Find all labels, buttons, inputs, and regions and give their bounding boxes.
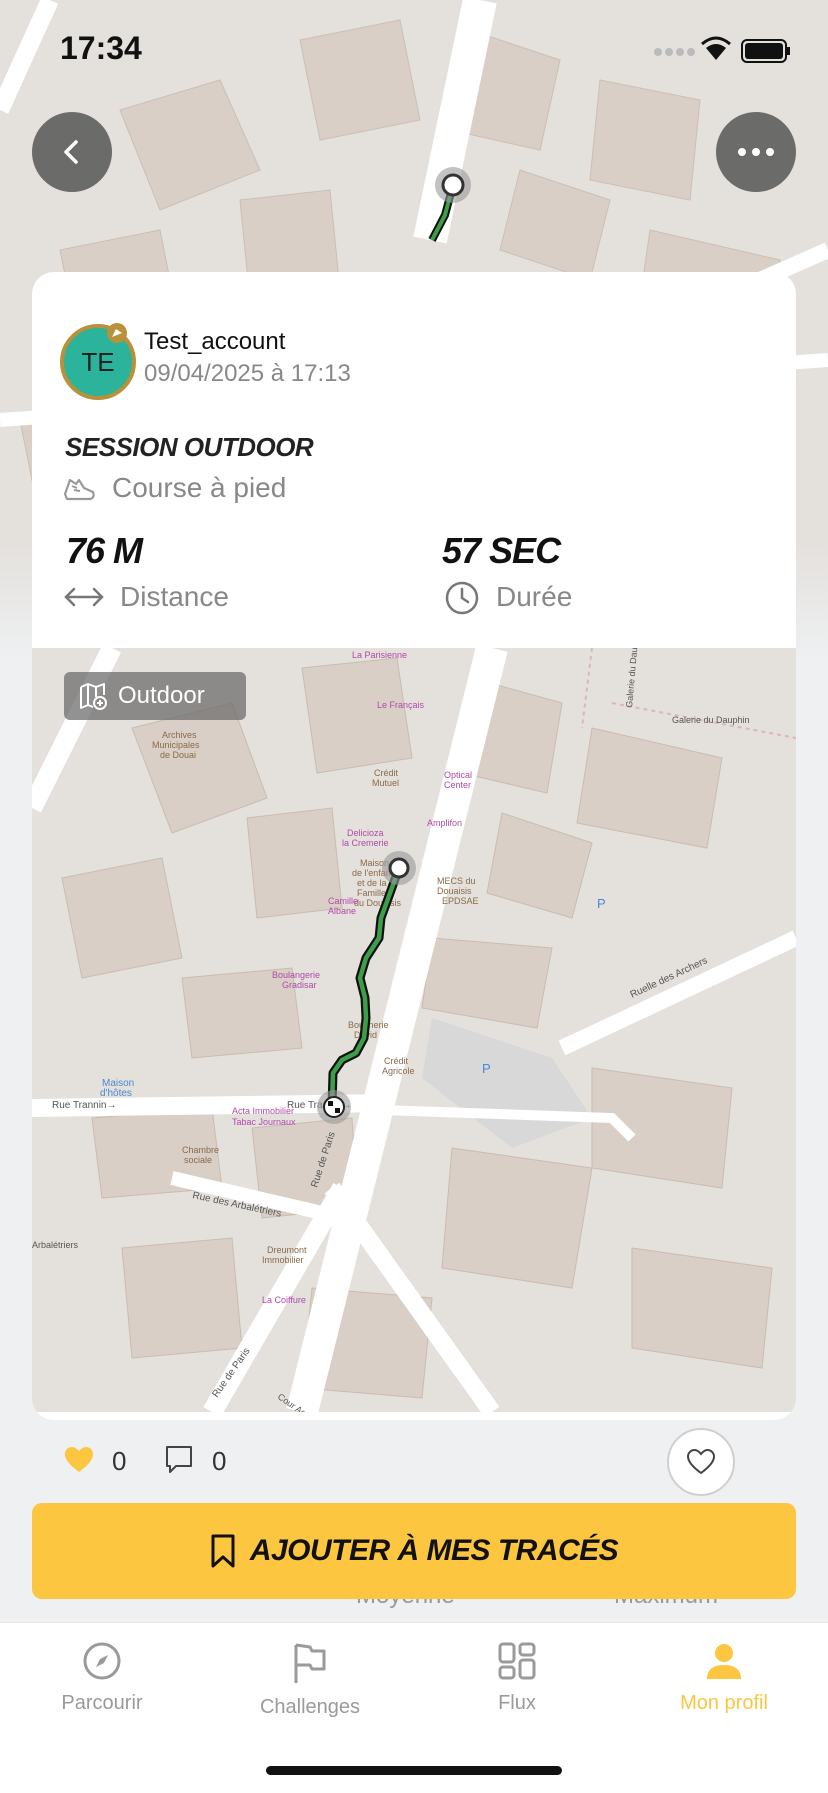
tab-flux[interactable]: Flux (437, 1641, 597, 1715)
svg-text:La Coiffure: La Coiffure (262, 1295, 306, 1305)
tab-flux-label: Flux (498, 1692, 536, 1714)
avatar-badge-icon (106, 322, 128, 344)
flag-icon (294, 1643, 326, 1683)
svg-text:Rue Trannin→: Rue Trannin→ (52, 1100, 116, 1111)
home-indicator (266, 1766, 562, 1775)
duration-label: Durée (496, 581, 573, 612)
svg-text:Archives: Archives (162, 730, 197, 740)
tab-parcourir-label: Parcourir (61, 1692, 143, 1714)
svg-text:du Douaisis: du Douaisis (354, 898, 402, 908)
tab-mon-profil[interactable]: Mon profil (644, 1641, 804, 1715)
svg-text:sociale: sociale (184, 1155, 212, 1165)
grid-icon (498, 1642, 536, 1680)
map-add-icon (80, 683, 107, 710)
route-finish-flag-icon (317, 1090, 351, 1124)
svg-text:Acta Immobilier: Acta Immobilier (232, 1106, 294, 1116)
distance-label: Distance (120, 581, 229, 612)
tab-challenges[interactable]: Challenges (230, 1641, 390, 1719)
tab-parcourir[interactable]: Parcourir (22, 1641, 182, 1715)
svg-text:Famille: Famille (357, 888, 386, 898)
svg-text:Optical: Optical (444, 770, 472, 780)
back-button[interactable] (32, 112, 112, 192)
svg-text:P: P (482, 1061, 491, 1076)
like-heart-icon[interactable] (64, 1446, 94, 1474)
distance-arrows-icon (62, 584, 106, 610)
chevron-left-icon (64, 140, 78, 164)
svg-text:Tabac Journaux: Tabac Journaux (232, 1117, 296, 1127)
bookmark-icon (211, 1534, 235, 1568)
activity-type: Course à pied (112, 472, 287, 503)
svg-text:Arbalétriers: Arbalétriers (32, 1240, 79, 1250)
svg-text:Douaisis: Douaisis (437, 886, 472, 896)
svg-text:d'hôtes: d'hôtes (100, 1088, 132, 1099)
session-datetime: 09/04/2025 à 17:13 (144, 360, 351, 387)
like-count: 0 (112, 1446, 127, 1476)
avatar-initials: TE (81, 346, 115, 377)
route-map[interactable]: Rue Trannin→ Rue Trannin→ Ruelle des Arc… (32, 648, 796, 1412)
more-options-button[interactable] (716, 112, 796, 192)
user-icon (707, 1644, 741, 1679)
svg-text:P: P (597, 896, 606, 911)
tab-mon-profil-label: Mon profil (680, 1692, 768, 1714)
outdoor-badge-label: Outdoor (118, 682, 205, 709)
running-shoe-icon (62, 472, 96, 504)
outdoor-badge: Outdoor (64, 672, 246, 720)
compass-icon (83, 1642, 121, 1680)
svg-text:Albane: Albane (328, 906, 356, 916)
more-horizontal-icon (738, 148, 774, 156)
add-to-my-routes-label: AJOUTER À MES TRACÉS (249, 1534, 619, 1567)
svg-text:de Douai: de Douai (160, 750, 196, 760)
duration-value: 57 SEC (442, 530, 561, 571)
svg-text:la Cremerie: la Cremerie (342, 838, 389, 848)
favorite-button[interactable] (667, 1428, 735, 1496)
activity-card: TE Test_account 09/04/2025 à 17:13 SESSI… (32, 272, 796, 1420)
heart-outline-icon (686, 1448, 716, 1475)
svg-text:Crédit: Crédit (384, 1056, 409, 1066)
svg-text:Gradisar: Gradisar (282, 980, 317, 990)
svg-text:Agricole: Agricole (382, 1066, 415, 1076)
svg-text:Dreumont: Dreumont (267, 1245, 307, 1255)
svg-text:EPDSAE: EPDSAE (442, 896, 479, 906)
svg-text:Le Français: Le Français (377, 700, 425, 710)
comment-count: 0 (212, 1446, 227, 1476)
svg-text:Boulangerie: Boulangerie (272, 970, 320, 980)
svg-text:Camille: Camille (328, 896, 358, 906)
svg-text:Amplifon: Amplifon (427, 818, 462, 828)
svg-text:Chambre: Chambre (182, 1145, 219, 1155)
clock-icon (444, 580, 480, 616)
comment-icon[interactable] (164, 1444, 194, 1476)
svg-text:Mutuel: Mutuel (372, 778, 399, 788)
svg-text:Delicioza: Delicioza (347, 828, 384, 838)
svg-text:Immobilier: Immobilier (262, 1255, 304, 1265)
add-to-my-routes-button[interactable]: AJOUTER À MES TRACÉS (32, 1503, 796, 1599)
svg-text:MECS du: MECS du (437, 876, 476, 886)
status-time: 17:34 (60, 30, 142, 66)
session-title: SESSION OUTDOOR (65, 432, 314, 462)
tab-challenges-label: Challenges (259, 1696, 361, 1718)
distance-value: 76 M (66, 530, 143, 571)
svg-text:et de la: et de la (357, 878, 387, 888)
svg-text:Center: Center (444, 780, 471, 790)
route-start-marker (382, 851, 416, 885)
svg-text:Crédit: Crédit (374, 768, 399, 778)
user-name[interactable]: Test_account (144, 328, 285, 356)
svg-text:La Parisienne: La Parisienne (352, 650, 407, 660)
svg-text:Municipales: Municipales (152, 740, 200, 750)
status-icons (652, 36, 792, 64)
svg-text:Galerie du Dauphin: Galerie du Dauphin (672, 715, 750, 725)
